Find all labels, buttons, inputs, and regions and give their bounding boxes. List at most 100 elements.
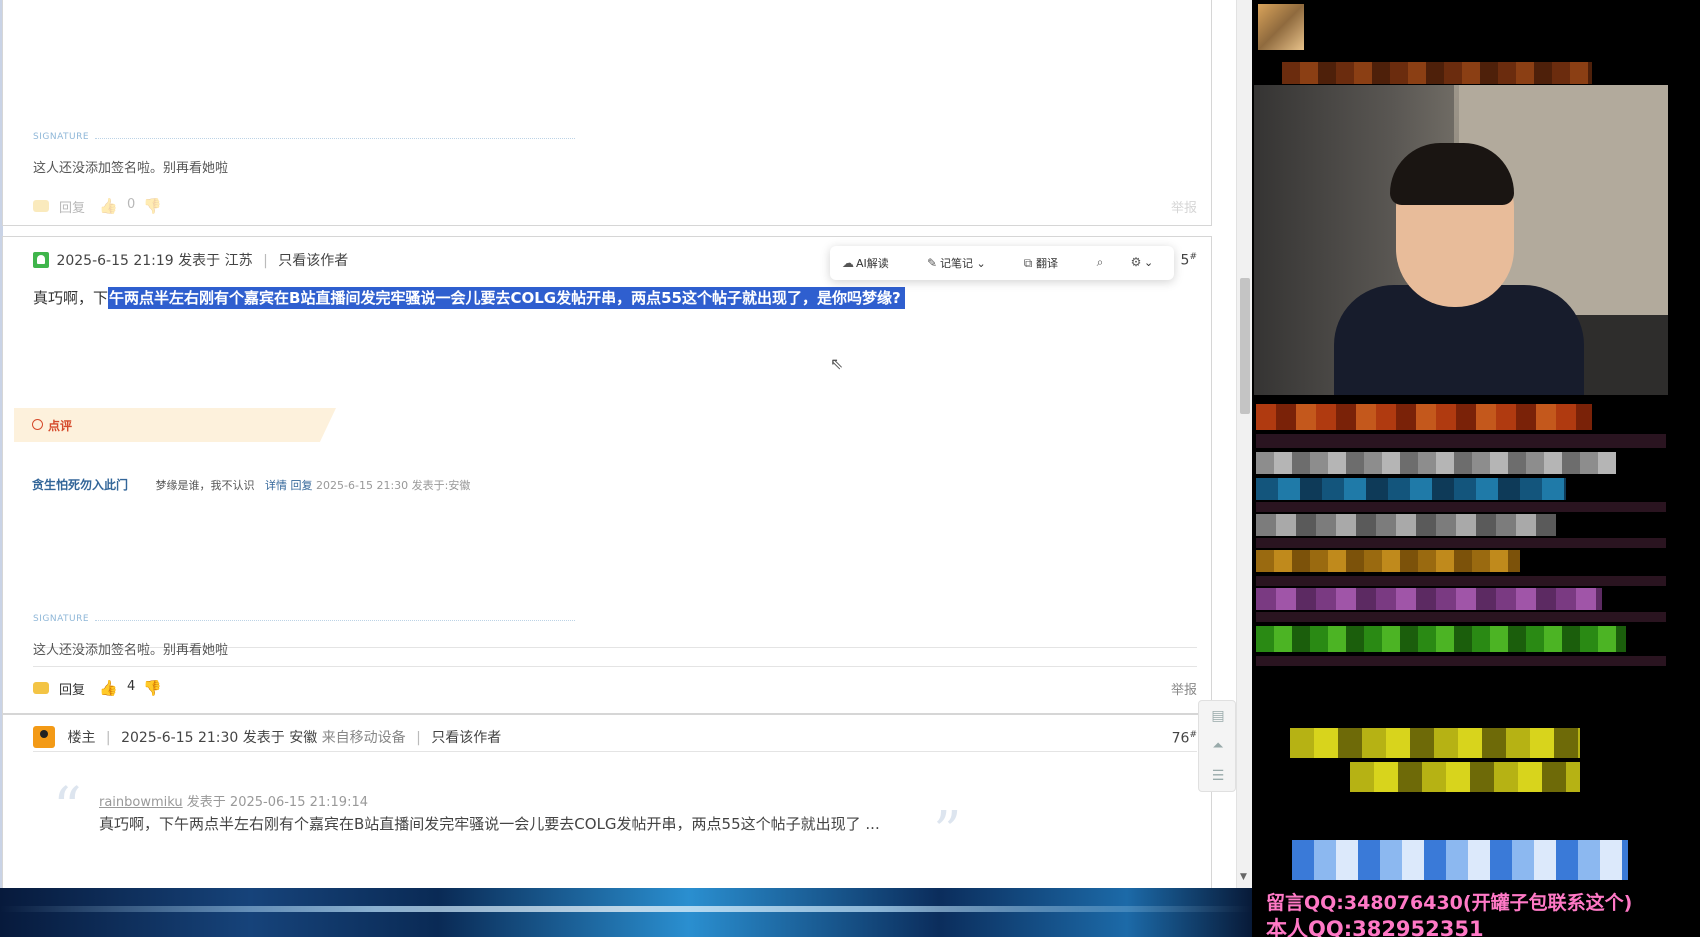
- review-comment: 贪生怕死勿入此门 梦缘是谁，我不认识 详情 回复 2025-6-15 21:30…: [32, 476, 470, 493]
- device-label: 来自移动设备: [321, 730, 406, 746]
- signature-header: SIGNATURE: [33, 614, 578, 626]
- settings-button[interactable]: ⚙ ⌄: [1130, 255, 1154, 269]
- pixelated-row: [1256, 576, 1666, 586]
- meta-separator: |: [263, 253, 268, 269]
- op-avatar-icon[interactable]: [33, 726, 55, 748]
- overlay-qq-line: 本人QQ:382952351: [1266, 917, 1484, 937]
- open-quote-icon: “: [53, 776, 82, 841]
- post-timestamp: 2025-6-15 21:19 发表于 江苏: [56, 253, 253, 269]
- meta-separator: |: [105, 730, 111, 746]
- post-card: 2025-6-15 21:19 发表于 江苏 | 只看该作者 5# 真巧啊，下午…: [2, 236, 1212, 714]
- pixelated-row: [1256, 434, 1666, 448]
- pixelated-banner: [1282, 62, 1592, 84]
- pixelated-row: [1256, 478, 1566, 500]
- pixelated-row: [1256, 656, 1666, 666]
- reply-button[interactable]: 回复: [59, 197, 85, 216]
- stream-bottom-banner: [0, 888, 1252, 937]
- floor-number[interactable]: 5#: [1181, 252, 1197, 269]
- actions-divider: [33, 666, 1197, 667]
- back-to-top-icon[interactable]: ⏶: [1199, 731, 1237, 761]
- translate-label: 翻译: [1036, 257, 1058, 270]
- signature-header: SIGNATURE: [33, 132, 578, 144]
- pixelated-row: [1256, 452, 1616, 474]
- overlay-contact-line: 留言QQ:348076430(开罐子包联系这个): [1266, 892, 1633, 914]
- signature-divider: [95, 138, 575, 139]
- review-username[interactable]: 贪生怕死勿入此门: [32, 478, 128, 492]
- thumbs-up-icon[interactable]: 👍: [99, 197, 118, 215]
- signature-header-label: SIGNATURE: [33, 614, 90, 624]
- pixelated-row: [1290, 728, 1580, 758]
- banner-glow: [0, 906, 1252, 912]
- review-ribbon: 点评: [14, 408, 336, 442]
- thumbs-up-icon[interactable]: 👍: [99, 679, 118, 697]
- circle-icon: [32, 419, 43, 430]
- selected-text[interactable]: 午两点半左右刚有个嘉宾在B站直播间发完牢骚说一会儿要去COLG发帖开串，两点55…: [108, 287, 905, 309]
- translate-icon: ⧉: [1023, 256, 1033, 270]
- report-button[interactable]: 举报: [1171, 197, 1197, 216]
- quote-text: 真巧啊，下午两点半左右刚有个嘉宾在B站直播间发完牢骚说一会儿要去COLG发帖开串…: [99, 815, 880, 833]
- post-card: 楼主 | 2025-6-15 21:30 发表于 安徽 来自移动设备 | 只看该…: [2, 714, 1212, 888]
- edit-icon: ✎: [926, 256, 938, 270]
- pixelated-row: [1256, 538, 1666, 548]
- floor-number-value: 76: [1171, 730, 1190, 747]
- mouse-cursor-icon: ⇖: [830, 354, 844, 373]
- post-meta: 楼主 | 2025-6-15 21:30 发表于 安徽 来自移动设备 | 只看该…: [33, 726, 501, 748]
- cloud-icon: ☁: [842, 256, 854, 270]
- signature-header-label: SIGNATURE: [33, 132, 90, 142]
- pixelated-row: [1256, 626, 1626, 652]
- reply-button[interactable]: 回复: [59, 679, 85, 698]
- like-count: 4: [127, 679, 136, 694]
- webcam-feed: [1254, 85, 1668, 395]
- translate-button[interactable]: ⧉ 翻译: [1022, 255, 1058, 271]
- post-actions: 回复 👍 0 👎 举报: [33, 196, 1197, 218]
- post-card-previous: SIGNATURE 这人还没添加签名啦。别再看她啦 回复 👍 0 👎 举报: [2, 0, 1212, 226]
- pixelated-row: [1256, 612, 1666, 622]
- like-count: 0: [127, 197, 136, 212]
- report-button[interactable]: 举报: [1171, 679, 1197, 698]
- notes-button[interactable]: ✎ 记笔记 ⌄: [926, 255, 986, 271]
- pixelated-row: [1256, 514, 1556, 536]
- post-body: 真巧啊，下午两点半左右刚有个嘉宾在B站直播间发完牢骚说一会儿要去COLG发帖开串…: [33, 287, 905, 309]
- pixelated-row: [1256, 550, 1520, 572]
- ai-read-button[interactable]: ☁ AI解读: [842, 255, 889, 271]
- review-time: 2025-6-15 21:30 发表于:安徽: [316, 479, 471, 492]
- only-author-link[interactable]: 只看该作者: [278, 253, 348, 269]
- pixelated-row: [1256, 404, 1592, 430]
- scroll-down-icon[interactable]: ▼: [1240, 872, 1247, 882]
- comment-icon[interactable]: ▤: [1199, 701, 1237, 731]
- review-detail-link[interactable]: 详情: [265, 479, 287, 492]
- pixelated-row: [1292, 840, 1628, 880]
- signature-text: 这人还没添加签名啦。别再看她啦: [33, 643, 229, 658]
- op-label: 楼主: [67, 730, 96, 746]
- side-toolbar: ▤ ⏶ ☰: [1198, 700, 1236, 792]
- close-quote-icon: ”: [933, 800, 962, 865]
- quote-posted: 发表于 2025-06-15 21:19:14: [186, 795, 368, 810]
- meta-divider: [33, 751, 1197, 752]
- floor-suffix: #: [1189, 730, 1197, 740]
- floor-number[interactable]: 76#: [1172, 730, 1197, 747]
- review-label: 点评: [48, 419, 73, 433]
- search-button[interactable]: ⌕: [1094, 255, 1108, 270]
- quote-author[interactable]: rainbowmiku: [99, 795, 183, 810]
- post-actions: 回复 👍 4 👎 举报: [33, 678, 1197, 700]
- pixelated-row: [1350, 762, 1580, 792]
- reply-icon[interactable]: [33, 682, 49, 694]
- scrollbar-thumb[interactable]: [1240, 278, 1250, 414]
- review-reply-link[interactable]: 回复: [291, 479, 313, 492]
- review-text: 梦缘是谁，我不认识: [155, 479, 255, 492]
- list-icon[interactable]: ☰: [1199, 761, 1237, 791]
- post-timestamp: 2025-6-15 21:30 发表于 安徽: [121, 730, 318, 746]
- forum-page: SIGNATURE 这人还没添加签名啦。别再看她啦 回复 👍 0 👎 举报 20…: [0, 0, 1252, 888]
- signature-divider: [95, 620, 575, 621]
- user-avatar-icon[interactable]: [33, 252, 49, 268]
- scrollbar[interactable]: ▼: [1236, 0, 1252, 888]
- thumbs-down-icon[interactable]: 👎: [143, 197, 162, 215]
- selection-toolbar: ☁ AI解读 ✎ 记笔记 ⌄ ⧉ 翻译 ⌕ ⚙ ⌄: [830, 246, 1174, 280]
- post-meta: 2025-6-15 21:19 发表于 江苏 | 只看该作者: [33, 250, 348, 270]
- only-author-link[interactable]: 只看该作者: [431, 730, 501, 746]
- pixelated-row: [1256, 588, 1602, 610]
- signature-text: 这人还没添加签名啦。别再看她啦: [33, 161, 229, 176]
- floor-suffix: #: [1189, 252, 1197, 262]
- reply-icon[interactable]: [33, 200, 49, 212]
- thumbs-down-icon[interactable]: 👎: [143, 679, 162, 697]
